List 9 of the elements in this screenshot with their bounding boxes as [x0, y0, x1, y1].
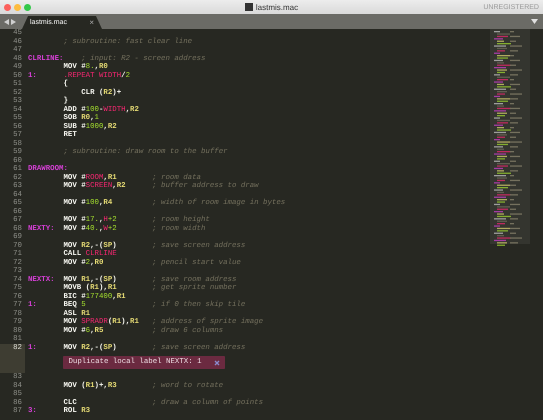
close-button[interactable]	[4, 4, 11, 10]
dropdown-caret-icon[interactable]	[531, 19, 538, 24]
close-icon[interactable]	[214, 360, 220, 366]
forward-icon[interactable]	[11, 18, 16, 24]
back-icon[interactable]	[4, 18, 9, 24]
zoom-button[interactable]	[24, 4, 31, 10]
tab-close-button[interactable]: ×	[89, 18, 94, 27]
window-title: lastmis.mac	[256, 2, 298, 12]
document-icon	[244, 3, 253, 11]
